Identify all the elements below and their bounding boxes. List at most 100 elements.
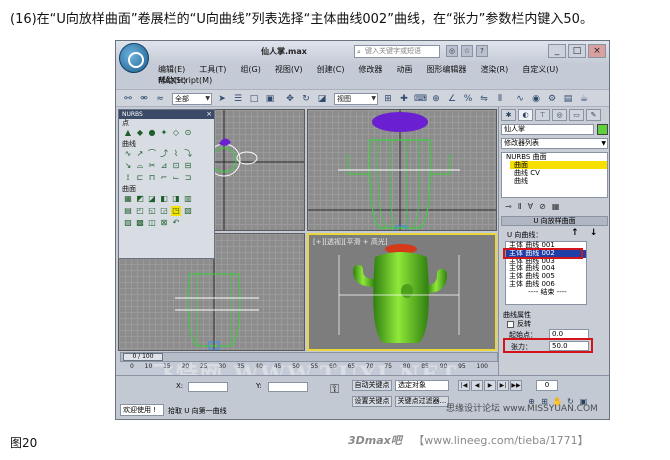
go-to-start-icon[interactable]: |◀ [458, 380, 470, 391]
render-frame-icon[interactable]: ▤ [562, 93, 574, 105]
curve-tool-icon[interactable]: ↗ [135, 149, 145, 159]
surface-tool-icon[interactable]: ◫ [147, 218, 157, 228]
surface-tool-icon[interactable]: ▦ [123, 194, 133, 204]
render-setup-icon[interactable]: ⚙ [546, 93, 558, 105]
unlink-icon[interactable]: ⚮ [138, 93, 150, 105]
go-to-end-icon[interactable]: ▶▶ [510, 380, 522, 391]
selection-set-dropdown[interactable]: 选定对象 [395, 380, 449, 391]
surface-tool-icon[interactable]: ◱ [147, 206, 157, 216]
object-color-swatch[interactable] [597, 124, 608, 135]
make-unique-icon[interactable]: ∀ [528, 202, 533, 211]
menu-tools[interactable]: 工具(T) [193, 63, 234, 75]
curve-tool-icon[interactable]: ✂ [147, 161, 157, 171]
curve-tool-icon[interactable]: ↘ [123, 161, 133, 171]
help-icon[interactable]: ? [476, 45, 488, 57]
surface-tool-icon[interactable]: ◰ [135, 206, 145, 216]
surface-tool-icon[interactable]: ▧ [183, 206, 193, 216]
surface-tool-icon[interactable]: ◪ [147, 194, 157, 204]
y-coordinate-field[interactable] [268, 382, 308, 392]
surface-tool-icon[interactable]: ▥ [183, 194, 193, 204]
motion-tab-icon[interactable]: ◎ [552, 109, 567, 121]
x-coordinate-field[interactable] [188, 382, 228, 392]
viewport-perspective[interactable]: [+][透视][平滑 + 高光] [307, 233, 497, 351]
binoculars-icon[interactable]: ◎ [446, 45, 458, 57]
surface-tool-icon[interactable]: ◧ [159, 194, 169, 204]
stack-item-curve[interactable]: 曲线 [502, 177, 607, 185]
menu-create[interactable]: 创建(C) [311, 63, 353, 75]
material-editor-icon[interactable]: ◉ [530, 93, 542, 105]
stack-root[interactable]: NURBS 曲面 [502, 153, 607, 161]
curve-tool-icon[interactable]: ⌒ [147, 149, 157, 159]
curve-tool-icon[interactable]: ⊟ [183, 161, 193, 171]
scale-icon[interactable]: ◪ [316, 93, 328, 105]
reverse-checkbox[interactable] [507, 320, 514, 328]
curve-editor-icon[interactable]: ∿ [514, 93, 526, 105]
menu-rendering[interactable]: 渲染(R) [474, 63, 516, 75]
surface-tool-icon[interactable]: ▩ [135, 218, 145, 228]
window-crossing-icon[interactable]: ▣ [264, 93, 276, 105]
percent-snap-icon[interactable]: % [462, 93, 474, 105]
hierarchy-tab-icon[interactable]: ⊤ [535, 109, 550, 121]
show-end-result-icon[interactable]: Ⅱ [518, 202, 522, 211]
modifier-list-dropdown[interactable]: 修改器列表 ▼ [501, 138, 608, 149]
curve-tool-icon[interactable]: ⌙ [171, 173, 181, 183]
point-tool-icon[interactable]: ◇ [171, 128, 181, 138]
key-filters-button[interactable]: 关键点过滤器... [395, 396, 449, 407]
reference-coord-dropdown[interactable]: 视图 ▼ [334, 93, 378, 105]
point-tool-icon[interactable]: ▲ [123, 128, 133, 138]
curve-tool-icon[interactable]: ⌐ [159, 173, 169, 183]
menu-group[interactable]: 组(G) [234, 63, 268, 75]
surface-tool-icon[interactable]: ▨ [123, 218, 133, 228]
object-name-field[interactable]: 仙人掌 [501, 124, 594, 135]
curve-tool-icon[interactable]: ⤵ [183, 149, 193, 159]
previous-frame-icon[interactable]: ◀ [471, 380, 483, 391]
rotate-icon[interactable]: ↻ [300, 93, 312, 105]
display-tab-icon[interactable]: ▭ [569, 109, 584, 121]
menu-views[interactable]: 视图(V) [269, 63, 311, 75]
utilities-tab-icon[interactable]: ✎ [586, 109, 601, 121]
curve-tool-icon[interactable]: ⤴ [159, 149, 169, 159]
minimize-button[interactable]: _ [548, 44, 566, 58]
play-icon[interactable]: ▶ [484, 380, 496, 391]
manipulate-icon[interactable]: ✚ [398, 93, 410, 105]
pivot-icon[interactable]: ⊞ [382, 93, 394, 105]
modify-tab-icon[interactable]: ◐ [518, 109, 533, 121]
close-button[interactable]: × [588, 44, 606, 58]
u-loft-rollout-header[interactable]: U 向放样曲面 [501, 216, 608, 226]
point-tool-icon[interactable]: ⊙ [183, 128, 193, 138]
curve-tool-icon[interactable]: ⌓ [135, 161, 145, 171]
set-key-button[interactable]: 设置关键点 [352, 396, 392, 407]
curve-tool-icon[interactable]: ∿ [123, 149, 133, 159]
surface-tool-icon[interactable]: ◩ [135, 194, 145, 204]
snap-icon[interactable]: ⊕ [430, 93, 442, 105]
next-frame-icon[interactable]: ▶| [497, 380, 509, 391]
nurbs-toolbox-header[interactable]: NURBS × [119, 110, 214, 119]
render-icon[interactable]: ☕ [578, 93, 590, 105]
curve-tool-icon[interactable]: ⊏ [135, 173, 145, 183]
mirror-icon[interactable]: ⇋ [478, 93, 490, 105]
pin-stack-icon[interactable]: ⊸ [505, 202, 512, 211]
close-icon[interactable]: × [206, 110, 212, 119]
menu-modifiers[interactable]: 修改器 [352, 63, 390, 75]
u-loft-surface-icon[interactable]: ◳ [171, 206, 181, 216]
reverse-checkbox-row[interactable]: 反转 [507, 319, 531, 329]
auto-key-button[interactable]: 自动关键点 [352, 380, 392, 391]
credit-url[interactable]: 【www.lineeg.com/tieba/1771】 [413, 434, 588, 447]
menu-help[interactable]: 帮助(H) [152, 75, 186, 86]
configure-sets-icon[interactable]: ▦ [552, 202, 560, 211]
rect-selection-icon[interactable]: □ [248, 93, 260, 105]
curve-tool-icon[interactable]: ⊓ [147, 173, 157, 183]
surface-tool-icon[interactable]: ◨ [171, 194, 181, 204]
curve-tool-icon[interactable]: ⊿ [159, 161, 169, 171]
surface-tool-icon[interactable]: ⊠ [159, 218, 169, 228]
curve-tool-icon[interactable]: ⌇ [171, 149, 181, 159]
angle-snap-icon[interactable]: ∠ [446, 93, 458, 105]
move-icon[interactable]: ✥ [284, 93, 296, 105]
surface-tool-icon[interactable]: ▤ [123, 206, 133, 216]
viewport-front[interactable] [307, 109, 497, 231]
surface-tool-icon[interactable]: ↶ [171, 218, 181, 228]
link-icon[interactable]: ⚯ [122, 93, 134, 105]
search-input[interactable]: ⌕ 键入关键字或短语 [354, 45, 440, 58]
select-by-name-icon[interactable]: ☰ [232, 93, 244, 105]
key-icon[interactable]: ⚿ [330, 382, 339, 397]
